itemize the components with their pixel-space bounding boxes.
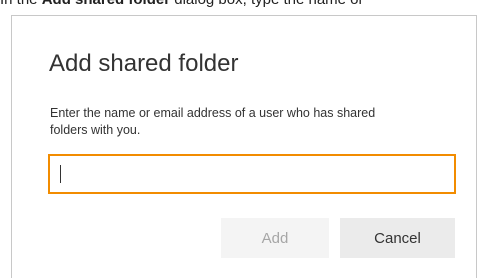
add-shared-folder-dialog: Add shared folder Enter the name or emai… <box>11 15 477 278</box>
caption-prefix: In the <box>0 0 42 8</box>
dialog-instructions: Enter the name or email address of a use… <box>50 106 376 137</box>
caption-dialog-name: Add shared folder <box>42 0 170 8</box>
instruction-caption: In the Add shared folder dialog box, typ… <box>0 0 489 11</box>
text-caret <box>60 165 61 183</box>
cancel-button[interactable]: Cancel <box>340 218 455 258</box>
user-name-input[interactable] <box>50 156 454 192</box>
add-button[interactable]: Add <box>221 218 329 258</box>
dialog-title: Add shared folder <box>49 50 239 77</box>
caption-suffix: dialog box, type the name or <box>170 0 363 8</box>
name-input-container[interactable] <box>48 154 456 194</box>
